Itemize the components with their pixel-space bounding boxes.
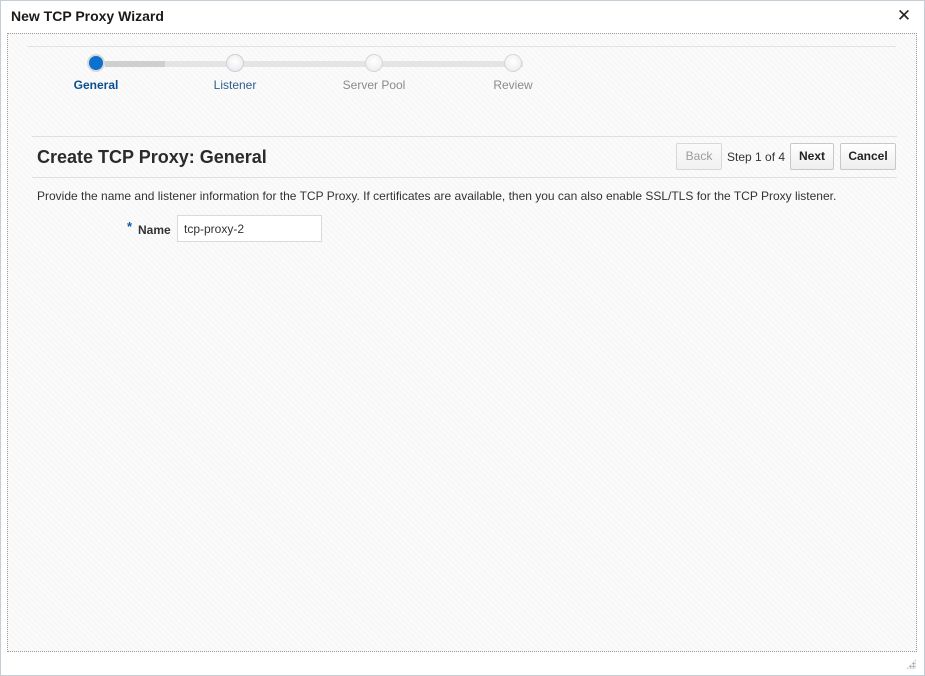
required-indicator: * [127,219,133,234]
train-stop-general[interactable] [87,54,105,72]
dialog-title: New TCP Proxy Wizard [11,8,164,24]
title-bar[interactable]: New TCP Proxy Wizard ✕ [1,1,924,32]
train-label-review[interactable]: Review [463,78,563,92]
name-input[interactable] [177,215,322,242]
train-label-general[interactable]: General [46,78,146,92]
wizard-train: General Listener Server Pool Review [8,34,608,114]
page-title: Create TCP Proxy: General [37,147,267,167]
wizard-dialog: New TCP Proxy Wizard ✕ General Listener … [0,0,925,676]
close-icon[interactable]: ✕ [896,6,912,26]
train-connector-1 [105,61,165,67]
train-connector-3 [383,61,523,67]
train-stop-listener[interactable] [226,54,244,72]
train-stop-review[interactable] [504,54,522,72]
resize-grip-icon[interactable] [906,659,916,669]
train-connector-2 [244,61,384,67]
train-label-server-pool[interactable]: Server Pool [324,78,424,92]
train-stop-server-pool[interactable] [365,54,383,72]
name-label: Name [138,223,171,237]
wizard-content: General Listener Server Pool Review Crea… [7,33,917,652]
train-label-listener[interactable]: Listener [185,78,285,92]
next-button[interactable]: Next [790,143,834,170]
back-button[interactable]: Back [676,143,722,170]
cancel-button[interactable]: Cancel [840,143,896,170]
page-description: Provide the name and listener informatio… [37,189,837,203]
header-top-divider [32,136,897,137]
step-indicator: Step 1 of 4 [727,150,786,164]
header-bottom-divider [32,177,897,178]
